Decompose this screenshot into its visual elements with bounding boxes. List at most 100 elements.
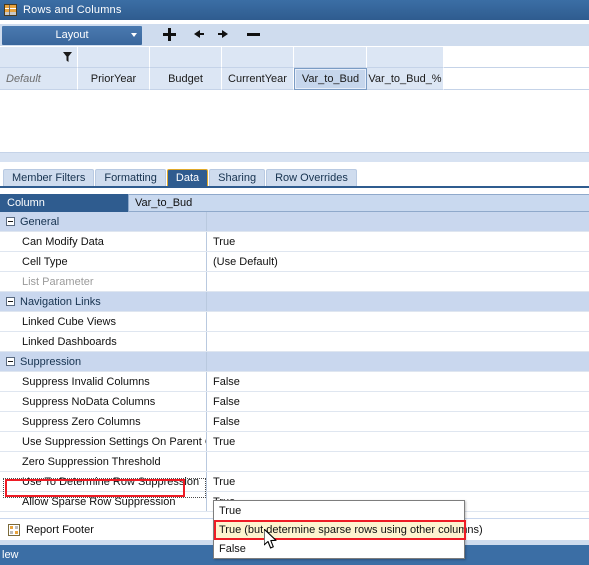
columns-grid: Default PriorYear Budget CurrentYear Var…: [0, 46, 589, 162]
value-dropdown-list[interactable]: True True (but determine sparse rows usi…: [213, 500, 483, 559]
grid-header-cell[interactable]: [294, 47, 367, 68]
tab-sharing[interactable]: Sharing: [209, 169, 266, 186]
property-value[interactable]: True: [207, 472, 589, 491]
property-row-suppress-zero-columns[interactable]: Suppress Zero Columns False: [0, 412, 589, 432]
dropdown-option-true-other-columns[interactable]: True (but determine sparse rows using ot…: [214, 520, 483, 539]
tab-label: Row Overrides: [275, 172, 348, 184]
dropdown-option-false[interactable]: False: [214, 539, 464, 558]
property-value[interactable]: True: [207, 232, 589, 251]
property-name: Linked Cube Views: [0, 312, 207, 331]
collapse-expander-icon[interactable]: [6, 217, 15, 226]
tab-row-overrides[interactable]: Row Overrides: [266, 169, 357, 186]
dropdown-option-true[interactable]: True: [214, 501, 464, 520]
property-value[interactable]: [207, 452, 589, 471]
property-value[interactable]: (Use Default): [207, 252, 589, 271]
tab-label: Member Filters: [12, 172, 86, 184]
property-row-linked-dashboards[interactable]: Linked Dashboards: [0, 332, 589, 352]
property-name: Suppress NoData Columns: [0, 392, 207, 411]
property-category-suppression[interactable]: Suppression: [0, 352, 589, 372]
move-left-icon[interactable]: [190, 27, 204, 43]
category-value: [207, 212, 589, 231]
grid-row-label[interactable]: Default: [0, 68, 78, 90]
property-name: Use Suppression Settings On Parent Colur: [0, 432, 207, 451]
property-row-can-modify-data[interactable]: Can Modify Data True: [0, 232, 589, 252]
property-name: Suppress Invalid Columns: [0, 372, 207, 391]
column-selector-bar: Column Var_to_Bud: [0, 194, 589, 212]
property-name: Can Modify Data: [0, 232, 207, 251]
status-bar-text: lew: [2, 549, 19, 561]
columns-grid-value-row: Default PriorYear Budget CurrentYear Var…: [0, 68, 589, 90]
grid-header-cell-tail: [444, 47, 589, 68]
grid-header-cell[interactable]: [78, 47, 150, 68]
grid-header-cell[interactable]: [367, 47, 444, 68]
property-row-suppress-nodata-columns[interactable]: Suppress NoData Columns False: [0, 392, 589, 412]
toolbar-icon-group: [162, 27, 260, 43]
dropdown-option-label: True (but determine sparse rows using ot…: [219, 523, 483, 536]
property-value[interactable]: [207, 332, 589, 351]
property-name: Zero Suppression Threshold: [0, 452, 207, 471]
column-name-field[interactable]: Var_to_Bud: [128, 194, 589, 212]
layout-dropdown-button[interactable]: Layout: [2, 25, 142, 45]
column-label: Column: [0, 194, 128, 212]
category-label: Suppression: [20, 355, 82, 368]
tab-data[interactable]: Data: [166, 169, 209, 186]
property-row-use-suppression-settings-on-parent-column[interactable]: Use Suppression Settings On Parent Colur…: [0, 432, 589, 452]
dropdown-option-label: False: [219, 542, 246, 555]
property-category-navigation-links[interactable]: Navigation Links: [0, 292, 589, 312]
layout-toolbar: Layout: [0, 23, 589, 46]
move-right-icon[interactable]: [218, 27, 232, 43]
column-cell-currentyear[interactable]: CurrentYear: [222, 68, 294, 90]
property-name: Cell Type: [0, 252, 207, 271]
column-cell-budget[interactable]: Budget: [150, 68, 222, 90]
properties-tab-strip: Member Filters Formatting Data Sharing R…: [0, 166, 589, 186]
property-row-list-parameter: List Parameter: [0, 272, 589, 292]
window-title-bar: Rows and Columns: [0, 0, 589, 20]
category-label: Navigation Links: [20, 295, 101, 308]
column-cell-tail: [444, 68, 589, 90]
column-cell-var-to-bud-pct[interactable]: Var_to_Bud_%: [367, 68, 444, 90]
tab-label: Sharing: [218, 172, 257, 184]
property-value[interactable]: True: [207, 432, 589, 451]
grid-header-cell[interactable]: [222, 47, 294, 68]
columns-grid-footer-band: [0, 153, 589, 162]
property-value[interactable]: False: [207, 372, 589, 391]
property-grid: General Can Modify Data True Cell Type (…: [0, 212, 589, 512]
property-name: List Parameter: [0, 272, 207, 291]
column-cell-var-to-bud[interactable]: Var_to_Bud: [294, 68, 367, 90]
window-title: Rows and Columns: [23, 4, 122, 16]
chevron-down-icon: [131, 33, 137, 37]
collapse-expander-icon[interactable]: [6, 357, 15, 366]
tab-formatting[interactable]: Formatting: [95, 169, 166, 186]
tab-label: Formatting: [104, 172, 157, 184]
report-footer-icon: [8, 523, 20, 536]
property-value: [207, 272, 589, 291]
property-row-use-to-determine-row-suppression[interactable]: Use To Determine Row Suppression True: [0, 472, 589, 492]
property-value[interactable]: [207, 312, 589, 331]
property-name: Linked Dashboards: [0, 332, 207, 351]
grid-table-icon: [4, 4, 17, 16]
rows-and-columns-window: Rows and Columns Layout Default PriorYea…: [0, 0, 589, 565]
property-row-linked-cube-views[interactable]: Linked Cube Views: [0, 312, 589, 332]
property-value[interactable]: False: [207, 412, 589, 431]
collapse-expander-icon[interactable]: [6, 297, 15, 306]
property-row-suppress-invalid-columns[interactable]: Suppress Invalid Columns False: [0, 372, 589, 392]
property-row-cell-type[interactable]: Cell Type (Use Default): [0, 252, 589, 272]
grid-header-cell[interactable]: [150, 47, 222, 68]
tab-underline: [0, 186, 589, 188]
category-label: General: [20, 215, 60, 228]
property-name: Suppress Zero Columns: [0, 412, 207, 431]
property-category-general[interactable]: General: [0, 212, 589, 232]
report-footer-label: Report Footer: [26, 523, 94, 536]
property-name: Use To Determine Row Suppression: [0, 472, 207, 491]
property-row-zero-suppression-threshold[interactable]: Zero Suppression Threshold: [0, 452, 589, 472]
add-icon[interactable]: [162, 27, 176, 43]
tab-member-filters[interactable]: Member Filters: [3, 169, 95, 186]
layout-button-label: Layout: [55, 29, 89, 41]
columns-grid-header-row: [0, 47, 589, 68]
grid-filter-cell[interactable]: [0, 47, 78, 68]
property-name: Allow Sparse Row Suppression: [0, 492, 207, 511]
property-value[interactable]: False: [207, 392, 589, 411]
remove-icon[interactable]: [246, 27, 260, 43]
column-cell-prioryear[interactable]: PriorYear: [78, 68, 150, 90]
tab-label: Data: [175, 172, 200, 184]
